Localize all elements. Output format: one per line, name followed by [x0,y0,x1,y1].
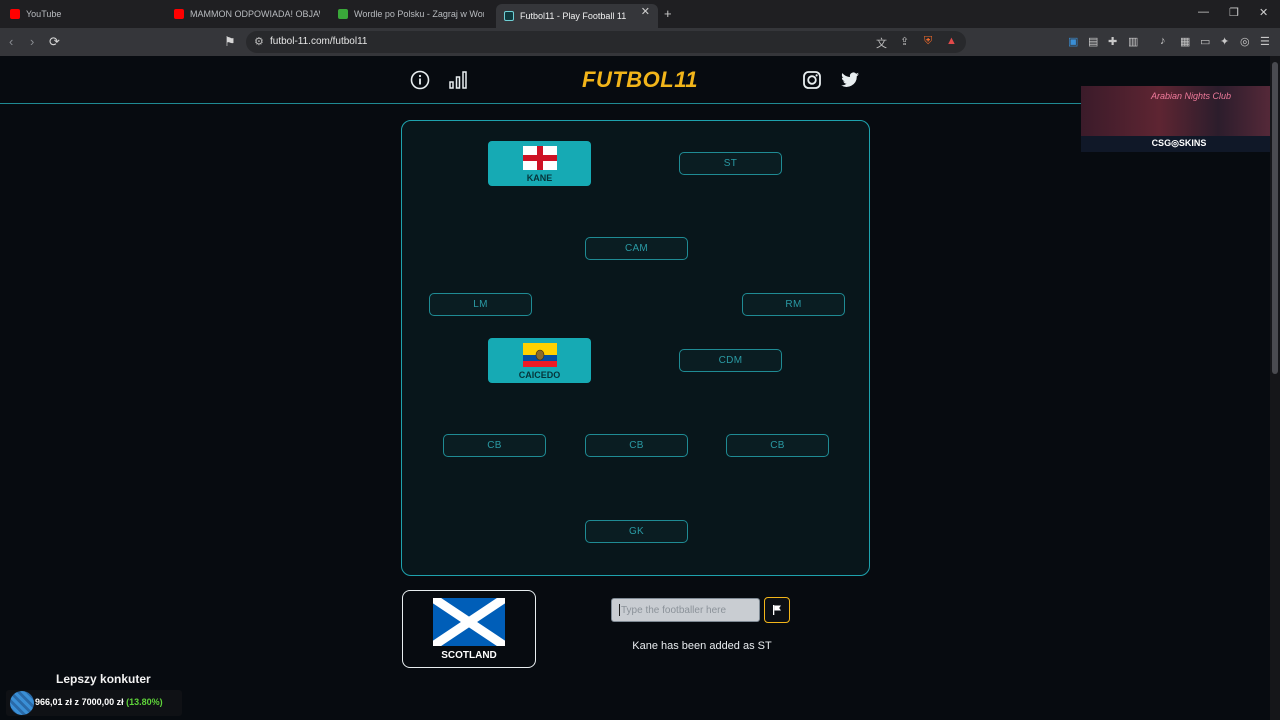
donation-goal-text: 966,01 zł z 7000,00 zł (13.80%) [35,697,163,707]
new-tab-icon[interactable]: + [664,6,672,21]
site-info-icon[interactable]: ⚙ [254,35,264,48]
close-tab-icon[interactable]: ✕ [641,5,650,18]
formation-pitch: KANE ST CAM LM RM CAICEDO CDM CB CB CB G… [401,120,870,576]
tab-futbol11[interactable]: Futbol11 - Play Football 11 ✕ [496,4,658,28]
youtube-favicon-icon [174,9,184,19]
wallet-icon[interactable]: ▭ [1200,35,1210,48]
donation-goal-bar: 966,01 zł z 7000,00 zł (13.80%) [6,690,182,716]
tab-title: Futbol11 - Play Football 11 [520,11,627,21]
tab-wordle[interactable]: Wordle po Polsku - Zagraj w Wordle [338,4,484,24]
player-name: CAICEDO [518,370,561,380]
brave-rewards-icon[interactable]: ▲ [946,35,957,47]
slot-cb-center[interactable]: CB [585,434,688,457]
puzzle-icon[interactable]: ✚ [1108,35,1117,48]
slot-cdm[interactable]: CDM [679,349,782,372]
vpn-icon[interactable]: ◎ [1240,35,1250,48]
goal-percent: (13.80%) [126,697,163,707]
translate-icon[interactable]: 文 [876,35,887,51]
futbol11-favicon-icon [504,11,514,21]
back-icon[interactable]: ‹ [9,34,13,49]
tab-title: Wordle po Polsku - Zagraj w Wordle [354,9,484,19]
extension-icon[interactable]: ▣ [1068,35,1078,48]
text-caret [619,604,620,616]
slot-cb-left[interactable]: CB [443,434,546,457]
reload-icon[interactable]: ⟳ [49,34,60,50]
slot-lm[interactable]: LM [429,293,532,316]
close-window-icon[interactable]: ✕ [1259,6,1268,19]
url-text: futbol-11.com/futbol11 [270,36,368,47]
twitter-icon[interactable] [840,70,860,90]
slot-st[interactable]: ST [679,152,782,175]
leo-ai-icon[interactable]: ✦ [1220,35,1229,48]
forward-icon[interactable]: › [30,34,34,49]
browser-tab-bar: YouTube MAMMON ODPOWIADA! OBJAWIEN Wordl… [0,0,1280,28]
address-bar[interactable]: ⚙ futbol-11.com/futbol11 文 ⇪ ⛨ ▲ [246,31,966,53]
wordle-favicon-icon [338,9,348,19]
site-header: FUTBOL11 [0,56,1270,104]
ecuador-flag-icon [522,343,557,367]
browser-toolbar: ‹ › ⟳ ⚑ ⚙ futbol-11.com/futbol11 文 ⇪ ⛨ ▲… [0,28,1280,56]
england-flag-icon [522,146,557,170]
slot-cam[interactable]: CAM [585,237,688,260]
slot-gk[interactable]: GK [585,520,688,543]
instagram-icon[interactable] [802,70,822,90]
stats-icon[interactable] [448,70,468,90]
share-icon[interactable]: ⇪ [900,35,909,48]
ad-brand: CSG◎SKINS [1151,138,1207,148]
scotland-flag-icon [433,598,505,646]
bookmark-icon[interactable]: ⚑ [224,34,236,50]
goal-progress-icon [10,691,34,715]
futbol11-page: FUTBOL11 Arabian Nights Club CSG◎SKINS K… [0,56,1277,720]
page-scrollbar[interactable] [1270,56,1280,720]
restore-icon[interactable]: ❐ [1229,6,1239,19]
country-clue-card: SCOTLAND [402,590,536,668]
player-card-caicedo[interactable]: CAICEDO [488,338,591,383]
menu-icon[interactable]: ☰ [1260,35,1270,48]
goal-target: 7000,00 zł [81,697,124,707]
flag-icon [773,605,781,615]
scrollbar-thumb[interactable] [1272,62,1278,374]
input-placeholder: Type the footballer here [621,604,727,616]
music-icon[interactable]: ♪ [1160,35,1166,47]
player-card-kane[interactable]: KANE [488,141,591,186]
panel-icon[interactable]: ▦ [1180,35,1190,48]
status-message: Kane has been added as ST [632,640,772,652]
csgo-skins-ad[interactable]: Arabian Nights Club CSG◎SKINS [1081,86,1277,152]
slot-cb-right[interactable]: CB [726,434,829,457]
goal-amount: 966,01 zł [35,697,73,707]
info-icon[interactable] [410,70,430,90]
tab-title: YouTube [26,9,62,19]
donation-goal-title: Lepszy konkuter [56,672,151,686]
tab-mammon[interactable]: MAMMON ODPOWIADA! OBJAWIEN [174,4,320,24]
extension-icon[interactable]: ▤ [1088,35,1098,48]
goal-separator: z [74,697,80,707]
minimize-icon[interactable]: — [1198,6,1209,18]
slot-rm[interactable]: RM [742,293,845,316]
site-logo[interactable]: FUTBOL11 [582,67,698,93]
tab-youtube[interactable]: YouTube [10,4,160,24]
sidebar-icon[interactable]: ▥ [1128,35,1138,48]
youtube-favicon-icon [10,9,20,19]
footballer-search-input[interactable]: Type the footballer here [611,598,760,622]
player-name: KANE [526,173,553,183]
country-name: SCOTLAND [441,650,497,661]
give-up-button[interactable] [764,597,790,623]
ad-neon-sign: Arabian Nights Club [1151,91,1232,101]
brave-shield-icon[interactable]: ⛨ [924,35,932,48]
tab-title: MAMMON ODPOWIADA! OBJAWIEN [190,9,320,19]
